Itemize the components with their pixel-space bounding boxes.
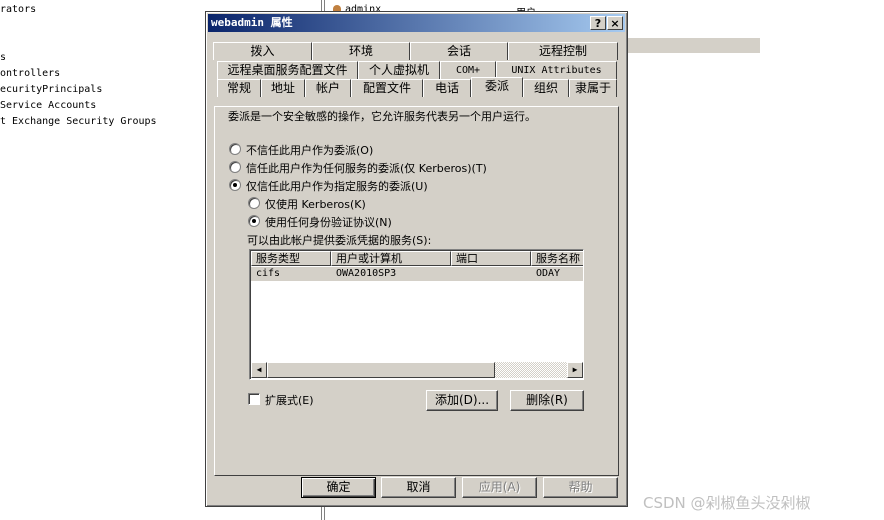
scroll-left-icon[interactable]: ◀ <box>251 362 267 378</box>
tree-item[interactable]: s <box>0 52 6 64</box>
services-list[interactable]: 服务类型 用户或计算机 端口 服务名称 cifs OWA2010SP3 ODAY… <box>249 249 584 380</box>
cell-service-type: cifs <box>256 268 281 279</box>
apply-button[interactable]: 应用(A) <box>462 477 537 498</box>
label-trust-specified: 仅信任此用户作为指定服务的委派(U) <box>246 180 428 193</box>
tab-organization[interactable]: 组织 <box>523 79 569 97</box>
scroll-track[interactable] <box>267 362 567 378</box>
column-user-or-computer[interactable]: 用户或计算机 <box>331 251 451 266</box>
expanded-label: 扩展式(E) <box>265 394 314 407</box>
tab-account[interactable]: 帐户 <box>305 79 351 97</box>
ok-button[interactable]: 确定 <box>301 477 376 498</box>
tree-item[interactable]: rators <box>0 4 36 16</box>
label-trust-any-kerberos: 信任此用户作为任何服务的委派(仅 Kerberos)(T) <box>246 162 487 175</box>
tab-general[interactable]: 常规 <box>217 79 261 97</box>
dialog-titlebar[interactable]: webadmin 属性 ? × <box>208 14 625 32</box>
radio-any-protocol[interactable] <box>248 215 260 227</box>
tree-item[interactable]: ecurityPrincipals <box>0 84 102 96</box>
column-service-type[interactable]: 服务类型 <box>251 251 331 266</box>
tab-address[interactable]: 地址 <box>261 79 305 97</box>
tree-item[interactable]: ontrollers <box>0 68 60 80</box>
help-button[interactable]: 帮助 <box>543 477 618 498</box>
dialog-title: webadmin 属性 <box>211 16 293 29</box>
radio-kerberos-only[interactable] <box>248 197 260 209</box>
list-header: 服务类型 用户或计算机 端口 服务名称 <box>251 251 583 266</box>
remove-button[interactable]: 删除(R) <box>510 390 584 411</box>
add-button[interactable]: 添加(D)... <box>426 390 498 411</box>
tab-delegation[interactable]: 委派 <box>471 77 523 97</box>
services-label: 可以由此帐户提供委派凭据的服务(S): <box>247 234 432 247</box>
scroll-thumb[interactable] <box>267 362 495 378</box>
table-row[interactable]: cifs OWA2010SP3 ODAY <box>251 267 583 281</box>
label-no-trust: 不信任此用户作为委派(O) <box>246 144 374 157</box>
close-button[interactable]: × <box>607 16 623 30</box>
tab-telephones[interactable]: 电话 <box>423 79 471 97</box>
tab-environment[interactable]: 环境 <box>312 42 410 60</box>
horizontal-scrollbar[interactable]: ◀ ▶ <box>251 362 583 378</box>
tab-remote-control[interactable]: 远程控制 <box>508 42 618 60</box>
radio-no-trust[interactable] <box>229 143 241 155</box>
tab-row-2: 远程桌面服务配置文件 个人虚拟机 COM+ UNIX Attributes <box>213 61 618 79</box>
expanded-checkbox[interactable] <box>248 393 260 405</box>
radio-trust-specified[interactable] <box>229 179 241 191</box>
cell-user-or-computer: OWA2010SP3 <box>336 268 397 279</box>
tab-member-of[interactable]: 隶属于 <box>569 79 617 97</box>
tab-row-3: 常规 地址 帐户 配置文件 电话 委派 组织 隶属于 <box>213 77 618 97</box>
watermark: CSDN @剁椒鱼头没剁椒 <box>643 494 811 512</box>
cancel-button[interactable]: 取消 <box>381 477 456 498</box>
tab-personal-vm[interactable]: 个人虚拟机 <box>358 61 440 79</box>
label-any-protocol: 使用任何身份验证协议(N) <box>265 216 392 229</box>
tab-sessions[interactable]: 会话 <box>410 42 508 60</box>
tab-row-1: 拨入 环境 会话 远程控制 <box>213 42 618 60</box>
tab-dial-in[interactable]: 拨入 <box>213 42 312 60</box>
column-port[interactable]: 端口 <box>451 251 531 266</box>
label-kerberos-only: 仅使用 Kerberos(K) <box>265 198 366 211</box>
list-selection-band <box>626 38 760 53</box>
tab-profile[interactable]: 配置文件 <box>351 79 423 97</box>
radio-trust-any-kerberos[interactable] <box>229 161 241 173</box>
scroll-right-icon[interactable]: ▶ <box>567 362 583 378</box>
delegation-description: 委派是一个安全敏感的操作，它允许服务代表另一个用户运行。 <box>228 110 536 123</box>
column-service-name[interactable]: 服务名称 <box>531 251 583 266</box>
cell-service-name: ODAY <box>536 268 561 279</box>
tree-item[interactable]: Service Accounts <box>0 100 96 112</box>
help-title-button[interactable]: ? <box>590 16 606 30</box>
tree-item[interactable]: t Exchange Security Groups <box>0 116 157 128</box>
tab-rds-profile[interactable]: 远程桌面服务配置文件 <box>217 61 358 79</box>
